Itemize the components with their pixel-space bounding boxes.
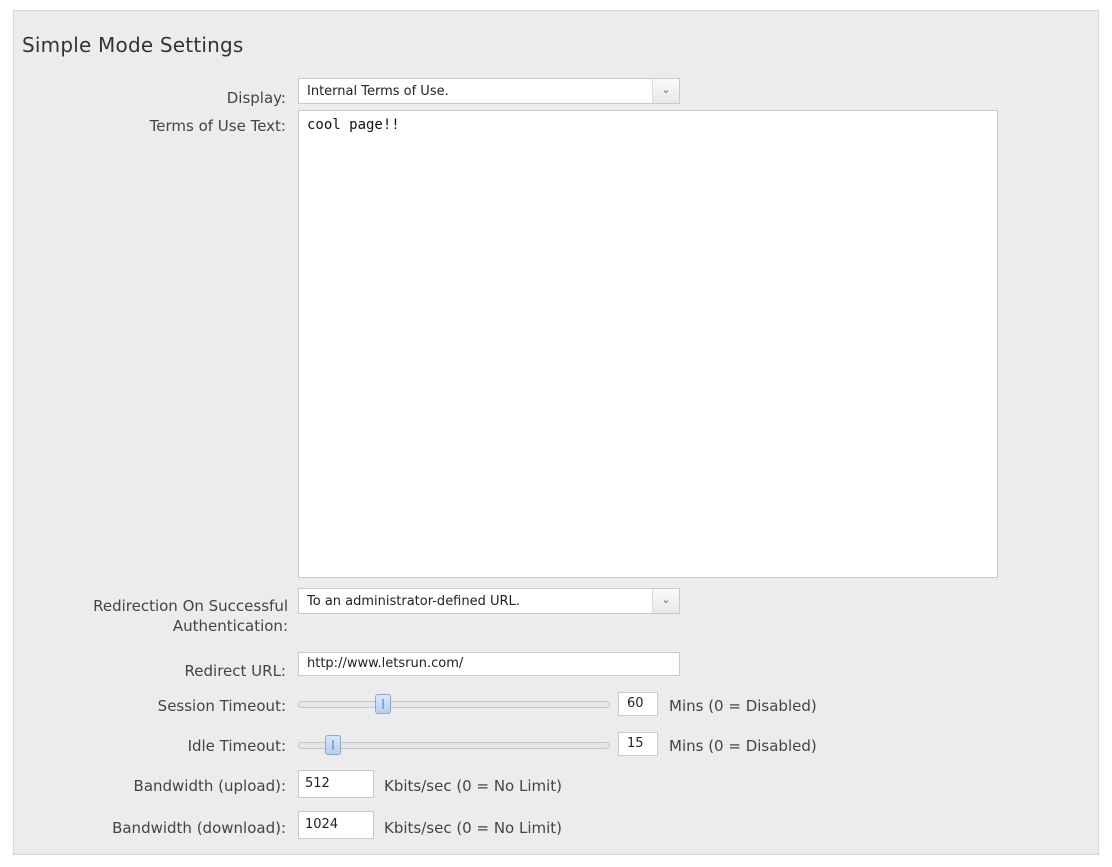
display-select-value: Internal Terms of Use. [307, 84, 449, 99]
chevron-down-icon[interactable]: ⌄ [652, 79, 679, 103]
chevron-down-icon[interactable]: ⌄ [652, 589, 679, 613]
bandwidth-download-unit: Kbits/sec (0 = No Limit) [384, 819, 563, 837]
redirection-select-value: To an administrator-defined URL. [307, 594, 520, 609]
redirection-label: Redirection On Successful Authentication… [20, 596, 288, 636]
session-timeout-input[interactable]: 60 [618, 692, 658, 716]
bandwidth-upload-unit: Kbits/sec (0 = No Limit) [384, 777, 563, 795]
session-timeout-unit: Mins (0 = Disabled) [669, 697, 817, 715]
idle-timeout-slider-thumb[interactable] [325, 735, 341, 755]
idle-timeout-label: Idle Timeout: [187, 737, 286, 755]
redirect-url-label: Redirect URL: [184, 662, 286, 680]
redirection-select[interactable]: To an administrator-defined URL. ⌄ [298, 588, 680, 614]
session-timeout-label: Session Timeout: [157, 697, 286, 715]
redirection-label-line1: Redirection On Successful [93, 597, 288, 615]
idle-timeout-unit: Mins (0 = Disabled) [669, 737, 817, 755]
redirection-label-line2: Authentication: [172, 617, 288, 635]
terms-textarea[interactable]: cool page!! [298, 110, 998, 578]
bandwidth-upload-label: Bandwidth (upload): [133, 777, 286, 795]
redirect-url-input[interactable]: http://www.letsrun.com/ [298, 652, 680, 676]
terms-label: Terms of Use Text: [149, 117, 286, 135]
bandwidth-download-label: Bandwidth (download): [112, 819, 286, 837]
display-label: Display: [226, 89, 286, 107]
display-select[interactable]: Internal Terms of Use. ⌄ [298, 78, 680, 104]
bandwidth-upload-input[interactable]: 512 [298, 770, 374, 798]
bandwidth-download-input[interactable]: 1024 [298, 811, 374, 839]
session-timeout-slider[interactable] [298, 694, 610, 714]
idle-timeout-slider[interactable] [298, 735, 610, 755]
idle-timeout-input[interactable]: 15 [618, 732, 658, 756]
session-timeout-slider-thumb[interactable] [375, 694, 391, 714]
section-title: Simple Mode Settings [22, 33, 244, 57]
